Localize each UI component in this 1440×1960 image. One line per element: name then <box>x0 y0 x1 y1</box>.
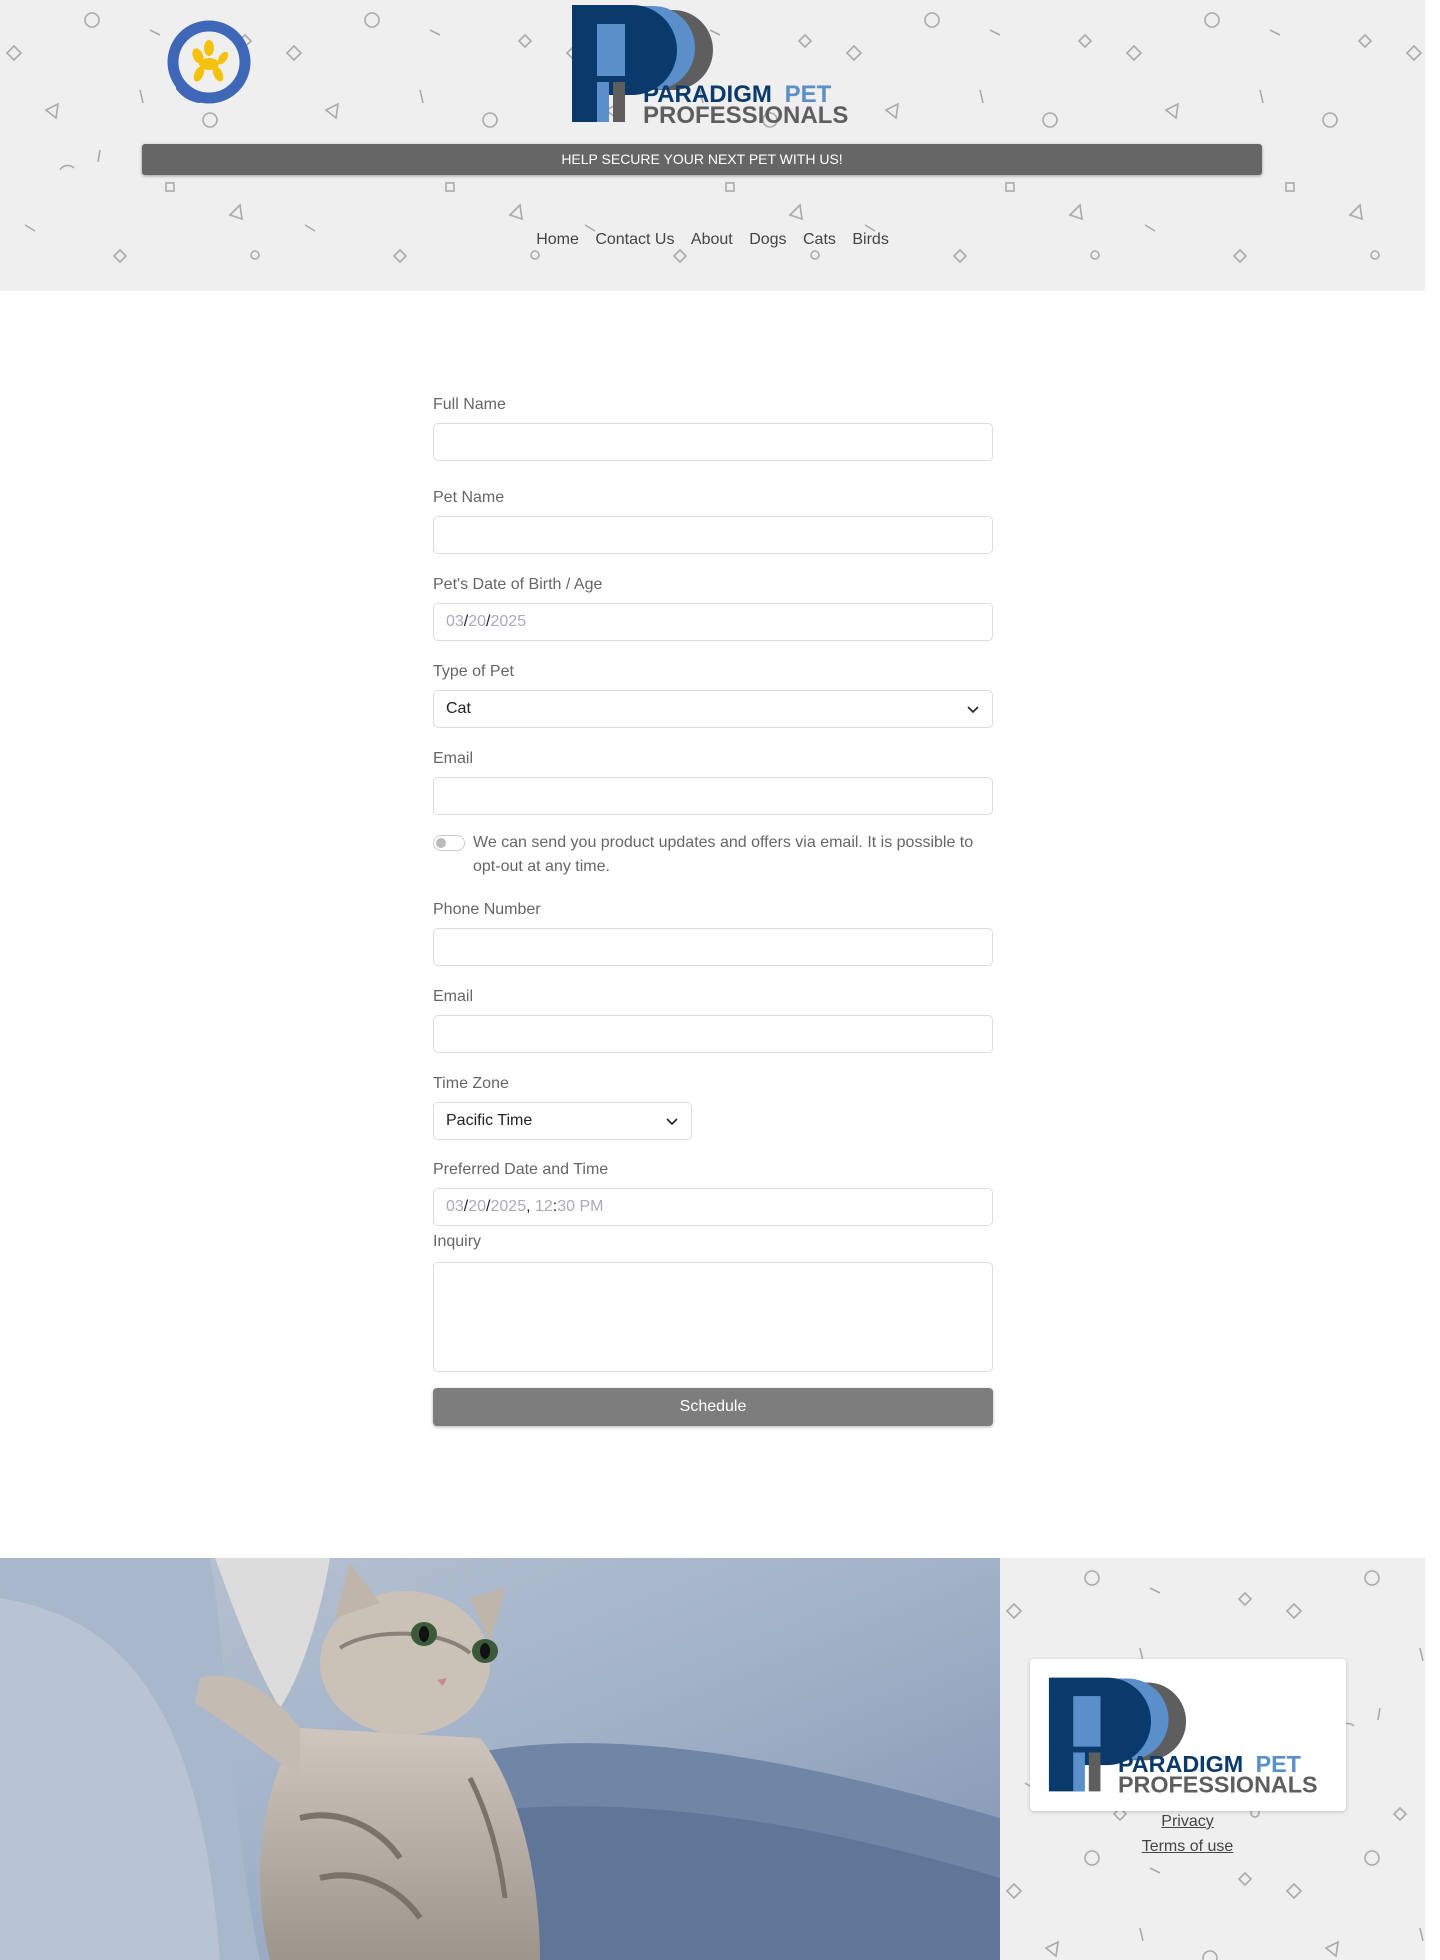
main-nav: Home Contact Us About Dogs Cats Birds <box>0 231 1425 249</box>
full-name-input[interactable] <box>433 423 993 461</box>
preferred-datetime-label: Preferred Date and Time <box>433 1161 609 1178</box>
email-label: Email <box>433 750 474 767</box>
dob-year[interactable]: 2025 <box>491 613 527 630</box>
email-2-input[interactable] <box>433 1015 993 1053</box>
nav-link-home[interactable]: Home <box>536 231 579 248</box>
timezone-select[interactable]: Pacific Time <box>433 1102 692 1140</box>
pet-dob-label: Pet's Date of Birth / Age <box>433 576 603 593</box>
footer-side: PARADIGM PET PROFESSIONALS Privacy Terms… <box>1000 1558 1425 1960</box>
email-optin-toggle[interactable] <box>433 835 465 851</box>
promo-banner: HELP SECURE YOUR NEXT PET WITH US! <box>142 144 1262 175</box>
brand-word-professionals: PROFESSIONALS <box>643 102 848 124</box>
full-name-label: Full Name <box>433 396 506 413</box>
pref-hour[interactable]: 12 <box>535 1198 553 1215</box>
pref-ampm[interactable]: PM <box>579 1198 603 1215</box>
dob-month[interactable]: 03 <box>446 613 464 630</box>
footer-link-privacy[interactable]: Privacy <box>1000 1813 1375 1831</box>
email-2-label: Email <box>433 988 474 1005</box>
inquiry-textarea[interactable] <box>433 1262 993 1372</box>
email-input[interactable] <box>433 777 993 815</box>
nav-link-contact-us[interactable]: Contact Us <box>595 231 674 248</box>
kitten-image <box>0 1558 1000 1960</box>
pref-year[interactable]: 2025 <box>491 1198 527 1215</box>
footer-link-terms[interactable]: Terms of use <box>1000 1838 1375 1856</box>
inquiry-label: Inquiry <box>433 1233 482 1250</box>
chevron-down-icon <box>666 1118 678 1126</box>
schedule-button[interactable]: Schedule <box>433 1388 993 1426</box>
email-optin-row: We can send you product updates and offe… <box>433 831 993 879</box>
footer-logo-card: PARADIGM PET PROFESSIONALS <box>1030 1659 1346 1811</box>
dob-day[interactable]: 20 <box>468 613 486 630</box>
pref-minute[interactable]: 30 <box>557 1198 575 1215</box>
chevron-down-icon <box>967 706 979 714</box>
pet-type-label: Type of Pet <box>433 663 514 680</box>
email-optin-text: We can send you product updates and offe… <box>473 834 974 875</box>
phone-label: Phone Number <box>433 901 541 918</box>
pref-month[interactable]: 03 <box>446 1198 464 1215</box>
footer-paradigm-pet-logo[interactable]: PARADIGM PET PROFESSIONALS <box>1046 1673 1330 1795</box>
nav-link-dogs[interactable]: Dogs <box>749 231 786 248</box>
nav-link-cats[interactable]: Cats <box>803 231 836 248</box>
pet-name-input[interactable] <box>433 516 993 554</box>
pref-day[interactable]: 20 <box>468 1198 486 1215</box>
timezone-label: Time Zone <box>433 1075 509 1092</box>
footer-brand-word-professionals: PROFESSIONALS <box>1118 1771 1318 1795</box>
kitten-photo <box>0 1558 1000 1960</box>
pet-type-value: Cat <box>446 700 471 717</box>
pet-type-select[interactable]: Cat <box>433 690 993 728</box>
pet-dob-date-input[interactable]: 03/20/2025 <box>433 603 993 641</box>
nav-link-about[interactable]: About <box>691 231 733 248</box>
nav-link-birds[interactable]: Birds <box>852 231 888 248</box>
balloon-dog-logo-icon[interactable] <box>165 18 253 106</box>
paradigm-pet-logo[interactable]: PARADIGM PET PROFESSIONALS <box>569 2 861 124</box>
timezone-value: Pacific Time <box>446 1112 533 1129</box>
phone-input[interactable] <box>433 928 993 966</box>
site-header: PARADIGM PET PROFESSIONALS HELP SECURE Y… <box>0 0 1425 291</box>
preferred-datetime-input[interactable]: 03/20/2025, 12:30 PM <box>433 1188 993 1226</box>
pet-name-label: Pet Name <box>433 489 505 506</box>
